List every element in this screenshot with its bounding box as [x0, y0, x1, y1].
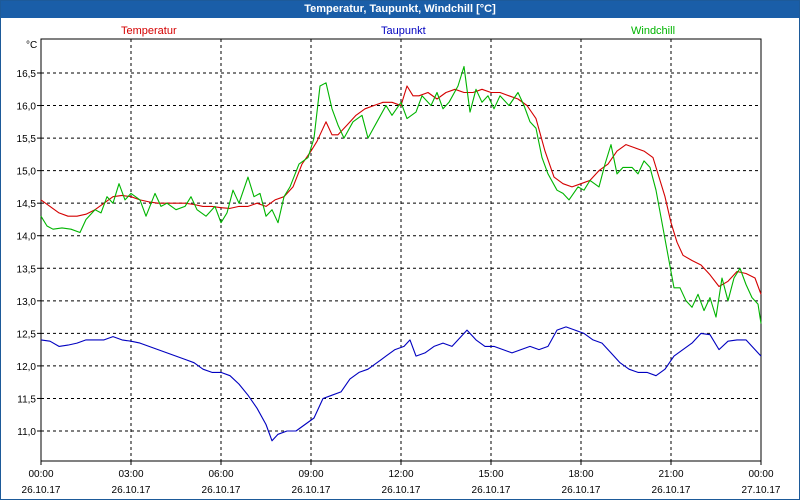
x-tick-time: 09:00 — [298, 469, 323, 480]
y-tick-label: 11,5 — [17, 394, 36, 405]
y-tick-label: 14,5 — [17, 199, 37, 210]
y-axis-unit: °C — [26, 40, 37, 51]
x-tick-date: 26.10.17 — [382, 485, 421, 496]
x-tick-time: 15:00 — [478, 469, 503, 480]
y-tick-label: 15,0 — [17, 167, 37, 178]
x-tick-date: 26.10.17 — [112, 485, 151, 496]
y-tick-label: 12,0 — [17, 362, 37, 373]
y-tick-label: 16,0 — [17, 102, 37, 113]
x-tick-time: 03:00 — [118, 469, 143, 480]
y-tick-label: 12,5 — [17, 329, 37, 340]
y-tick-label: 14,0 — [17, 232, 37, 243]
x-tick-time: 06:00 — [208, 469, 233, 480]
y-tick-label: 13,5 — [17, 264, 37, 275]
chart-window: Temperatur, Taupunkt, Windchill [°C] Tem… — [0, 0, 800, 500]
x-tick-time: 21:00 — [658, 469, 683, 480]
x-tick-date: 26.10.17 — [22, 485, 61, 496]
line-chart: °C 16,5 16,0 15,5 15,0 14,5 14,0 13,5 13,0 12,5 12… — [17, 38, 781, 496]
x-tick-date: 26.10.17 — [652, 485, 691, 496]
y-tick-label: 11,0 — [17, 427, 36, 438]
y-tick-label: 16,5 — [17, 69, 37, 80]
x-tick-time: 18:00 — [568, 469, 593, 480]
y-tick-label: 15,5 — [17, 134, 37, 145]
x-tick-date: 26.10.17 — [562, 485, 601, 496]
x-tick-date: 26.10.17 — [202, 485, 241, 496]
x-tick-time: 00:00 — [748, 469, 773, 480]
x-tick-date: 27.10.17 — [742, 485, 781, 496]
x-tick-time: 12:00 — [388, 469, 413, 480]
x-tick-date: 26.10.17 — [292, 485, 331, 496]
y-tick-label: 13,0 — [17, 297, 37, 308]
x-tick-date: 26.10.17 — [472, 485, 511, 496]
x-tick-time: 00:00 — [28, 469, 53, 480]
